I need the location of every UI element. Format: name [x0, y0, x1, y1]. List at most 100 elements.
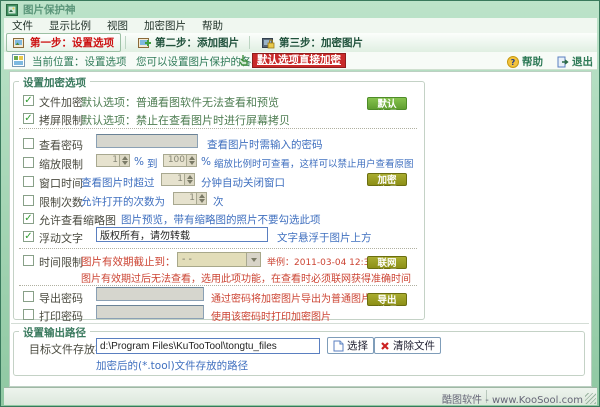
- status-text: 酷图软件 - www.KooSool.com: [442, 395, 583, 406]
- view-password-desc: 查看图片时需输入的密码: [207, 139, 323, 151]
- zoom-limit-checkbox[interactable]: [23, 157, 34, 168]
- document-icon: [333, 340, 344, 351]
- to-label: 到: [147, 158, 158, 170]
- view-password-checkbox[interactable]: [23, 138, 34, 149]
- zoom-to-stepper[interactable]: 100: [163, 154, 197, 167]
- output-path-input[interactable]: [96, 338, 320, 354]
- app-window: 图片保护神 文件 显示比例 视图 加密图片 帮助 第一步：设置选项 第二步：添加…: [0, 0, 600, 407]
- window-time-post: 分钟自动关闭窗口: [201, 177, 285, 189]
- help-label: 帮助: [522, 56, 543, 68]
- chevron-down-icon[interactable]: [246, 253, 260, 266]
- step3-encrypt-images-button[interactable]: 第三步：加密图片: [256, 34, 369, 51]
- clear-files-label: 清除文件: [393, 340, 435, 352]
- screen-capture-limit-label: 拷屏限制: [39, 114, 83, 127]
- status-bar: 酷图软件 - www.KooSool.com: [4, 387, 597, 406]
- title-bar: 图片保护神: [1, 1, 599, 18]
- output-path-note: 加密后的(*.tool)文件存放的路径: [96, 360, 249, 372]
- encrypt-options-title: 设置加密选项: [19, 75, 90, 90]
- window-time-label: 窗口时间: [39, 177, 83, 190]
- time-limit-checkbox[interactable]: [23, 255, 34, 266]
- quick-encrypt-link[interactable]: 默认选项直接加密: [252, 53, 346, 68]
- time-limit-pre: 图片有效期截止到：: [81, 256, 176, 268]
- door-arrow-icon: [557, 56, 569, 67]
- stepper-arrows[interactable]: [186, 155, 196, 166]
- steps-toolbar: 第一步：设置选项 第二步：添加图片 第三步：加密图片: [4, 33, 597, 53]
- app-icon: [6, 3, 18, 16]
- floating-text-input[interactable]: [96, 227, 268, 242]
- print-password-checkbox[interactable]: [23, 309, 34, 320]
- floating-text-checkbox[interactable]: [23, 231, 34, 242]
- toolbar-separator: [249, 36, 250, 49]
- separator: [19, 128, 417, 129]
- step2-label: 第二步：添加图片: [155, 37, 239, 49]
- layout-grid-icon: [12, 54, 25, 67]
- open-count-post: 次: [213, 196, 224, 208]
- stepper-arrows[interactable]: [196, 193, 206, 204]
- photo-icon: [13, 37, 24, 48]
- floating-text-label: 浮动文字: [39, 232, 83, 245]
- menu-file[interactable]: 文件: [4, 18, 41, 33]
- open-count-limit-label: 限制次数: [39, 196, 83, 209]
- choose-path-label: 选择: [347, 340, 368, 352]
- step2-add-images-button[interactable]: 第二步：添加图片: [132, 34, 245, 51]
- window-time-stepper[interactable]: 1: [161, 173, 195, 186]
- menu-view[interactable]: 视图: [99, 18, 136, 33]
- encrypt-options-button[interactable]: 加密选项: [367, 173, 407, 197]
- screen-capture-limit-checkbox[interactable]: [23, 113, 34, 124]
- resize-grip[interactable]: [585, 393, 596, 404]
- red-x-icon: [381, 341, 389, 350]
- exit-button[interactable]: 退出: [557, 54, 593, 69]
- export-password-desc: 通过密码将加密图片导出为普通图片: [211, 294, 371, 305]
- svg-text:?: ?: [511, 58, 516, 67]
- stepper-arrows[interactable]: [119, 155, 129, 166]
- question-circle-icon: ?: [507, 55, 519, 68]
- open-count-pre: 允许打开的次数为: [81, 196, 165, 208]
- step1-label: 第一步：设置选项: [30, 37, 114, 49]
- step1-settings-button[interactable]: 第一步：设置选项: [6, 33, 121, 52]
- clear-files-button[interactable]: 清除文件: [374, 337, 441, 354]
- export-password-input[interactable]: [96, 287, 204, 301]
- exit-label: 退出: [572, 56, 593, 68]
- floating-text-desc: 文字悬浮于图片上方: [277, 232, 372, 244]
- menu-zoom-scale[interactable]: 显示比例: [41, 18, 99, 33]
- percent-sign: %: [201, 156, 211, 168]
- open-count-stepper[interactable]: 1: [173, 192, 207, 205]
- expiry-date-dropdown[interactable]: - -: [177, 252, 261, 267]
- current-location-text: 当前位置：设置选项: [32, 56, 127, 68]
- stepper-arrows[interactable]: [184, 174, 194, 185]
- step3-label: 第三步：加密图片: [279, 37, 363, 49]
- file-encrypt-label: 文件加密: [39, 96, 83, 109]
- time-limit-note: 图片有效期过后无法查看，选用此项功能，在查看时必须联网获得准确时间: [81, 274, 411, 285]
- photo-lock-icon: [262, 37, 275, 48]
- view-password-label: 查看密码: [39, 139, 83, 152]
- toolbar-separator: [125, 36, 126, 49]
- print-password-label: 打印密码: [39, 310, 83, 323]
- open-count-limit-checkbox[interactable]: [23, 195, 34, 206]
- help-button[interactable]: ? 帮助: [507, 54, 543, 69]
- output-path-title: 设置输出路径: [19, 325, 90, 340]
- hand-pointer-icon: [239, 55, 248, 66]
- window-time-checkbox[interactable]: [23, 176, 34, 187]
- export-options-button[interactable]: 导出选项: [367, 293, 407, 317]
- export-password-label: 导出密码: [39, 292, 83, 305]
- default-options-button[interactable]: 默认选项: [367, 97, 407, 121]
- choose-path-button[interactable]: 选择: [327, 337, 374, 354]
- location-bar: 当前位置：设置选项 您可以设置图片保护的各种参数 默认选项直接加密 ? 帮助 退…: [4, 52, 597, 70]
- menu-help[interactable]: 帮助: [194, 18, 231, 33]
- allow-thumbnail-checkbox[interactable]: [23, 213, 34, 224]
- separator: [19, 248, 417, 249]
- print-password-desc: 使用该密码时打印加密图片: [211, 312, 331, 323]
- time-limit-label: 时间限制: [39, 256, 83, 269]
- screen-capture-limit-desc: 默认选项：禁止在查看图片时进行屏幕拷贝: [81, 114, 290, 127]
- window-time-pre: 查看图片时超过: [81, 177, 155, 189]
- menu-bar: 文件 显示比例 视图 加密图片 帮助: [4, 18, 597, 34]
- file-encrypt-checkbox[interactable]: [23, 95, 34, 106]
- print-password-input[interactable]: [96, 305, 204, 319]
- export-password-checkbox[interactable]: [23, 291, 34, 302]
- section-divider: [11, 323, 589, 324]
- network-options-button[interactable]: 联网选项: [367, 256, 407, 280]
- zoom-from-stepper[interactable]: 1: [96, 154, 130, 167]
- view-password-input[interactable]: [96, 134, 198, 148]
- percent-sign: %: [134, 156, 144, 168]
- menu-encrypt-images[interactable]: 加密图片: [136, 18, 194, 33]
